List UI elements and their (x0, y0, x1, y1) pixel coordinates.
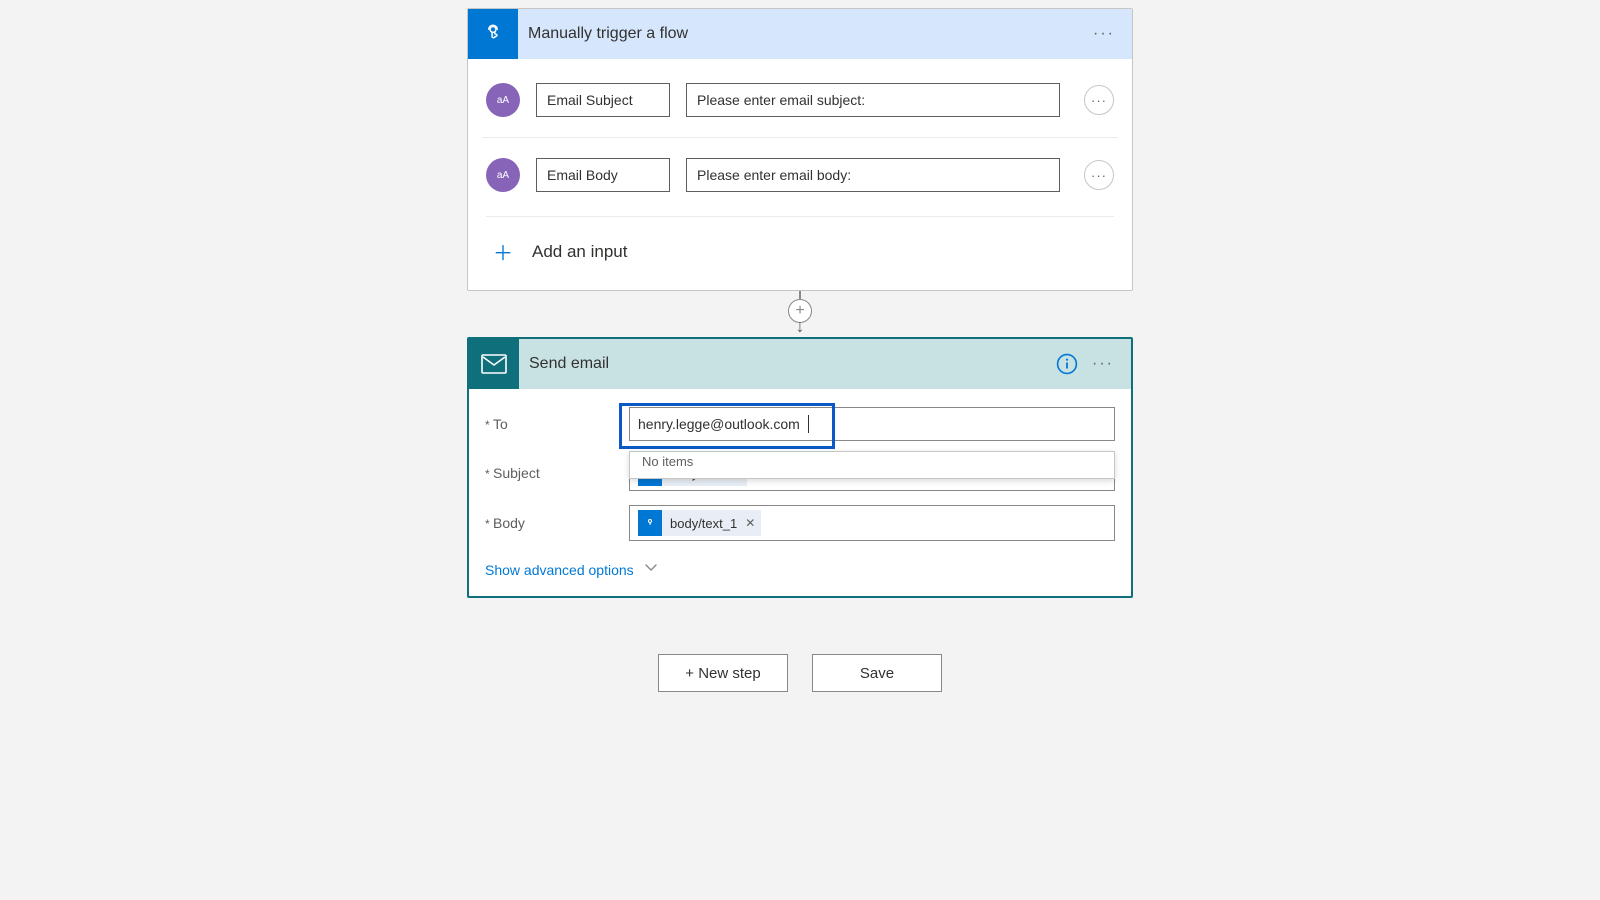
chevron-down-icon (644, 561, 658, 578)
to-row: To henry.legge@outlook.com (485, 407, 1115, 441)
send-email-title: Send email (529, 355, 1053, 373)
input-name-field[interactable]: Email Body (536, 158, 670, 192)
trigger-input-row: aA Email Subject Please enter email subj… (482, 73, 1118, 127)
send-email-body: To henry.legge@outlook.com No items Subj… (469, 389, 1131, 596)
plus-icon: ＋ (486, 237, 520, 266)
to-input[interactable]: henry.legge@outlook.com (629, 407, 1115, 441)
trigger-title: Manually trigger a flow (528, 25, 1090, 43)
body-row: Body body/text_1 ✕ (485, 505, 1115, 541)
to-value: henry.legge@outlook.com (638, 416, 800, 432)
trigger-body: aA Email Subject Please enter email subj… (468, 59, 1132, 290)
footer-buttons: + New step Save (658, 654, 942, 692)
send-email-card: Send email ··· To henry.legge@outlook.co… (467, 337, 1133, 598)
token-label: body/text_1 (670, 516, 737, 531)
advanced-label: Show advanced options (485, 562, 634, 578)
text-type-icon: aA (486, 158, 520, 192)
trigger-header[interactable]: Manually trigger a flow ··· (468, 9, 1132, 59)
info-icon[interactable] (1053, 350, 1081, 378)
mail-icon (469, 339, 519, 389)
show-advanced-options[interactable]: Show advanced options (485, 561, 1115, 578)
input-options-icon[interactable]: ··· (1084, 160, 1114, 190)
trigger-input-row: aA Email Body Please enter email body: ·… (482, 137, 1118, 202)
input-placeholder-field[interactable]: Please enter email body: (686, 158, 1060, 192)
body-label: Body (485, 515, 629, 531)
autocomplete-no-items: No items (642, 454, 693, 469)
connector-line (799, 291, 801, 299)
tap-icon (468, 9, 518, 59)
subject-label: Subject (485, 465, 629, 481)
body-input[interactable]: body/text_1 ✕ (629, 505, 1115, 541)
add-input-button[interactable]: ＋ Add an input (482, 217, 1118, 272)
to-label: To (485, 416, 629, 432)
send-email-more-icon[interactable]: ··· (1089, 350, 1117, 378)
input-placeholder-field[interactable]: Please enter email subject: (686, 83, 1060, 117)
new-step-button[interactable]: + New step (658, 654, 788, 692)
arrow-down-icon: ↓ (796, 321, 805, 331)
token-remove-icon[interactable]: ✕ (745, 516, 755, 530)
text-type-icon: aA (486, 83, 520, 117)
send-email-header[interactable]: Send email ··· (469, 339, 1131, 389)
autocomplete-dropdown[interactable]: No items (629, 451, 1115, 479)
text-cursor-icon (808, 415, 809, 433)
flow-canvas: Manually trigger a flow ··· aA Email Sub… (0, 0, 1600, 692)
connector: + ↓ (785, 291, 815, 337)
save-button[interactable]: Save (812, 654, 942, 692)
token-trigger-icon (638, 510, 662, 536)
dynamic-token[interactable]: body/text_1 ✕ (638, 510, 761, 536)
add-input-label: Add an input (532, 242, 627, 262)
trigger-more-icon[interactable]: ··· (1090, 20, 1118, 48)
input-name-field[interactable]: Email Subject (536, 83, 670, 117)
input-options-icon[interactable]: ··· (1084, 85, 1114, 115)
trigger-card: Manually trigger a flow ··· aA Email Sub… (467, 8, 1133, 291)
